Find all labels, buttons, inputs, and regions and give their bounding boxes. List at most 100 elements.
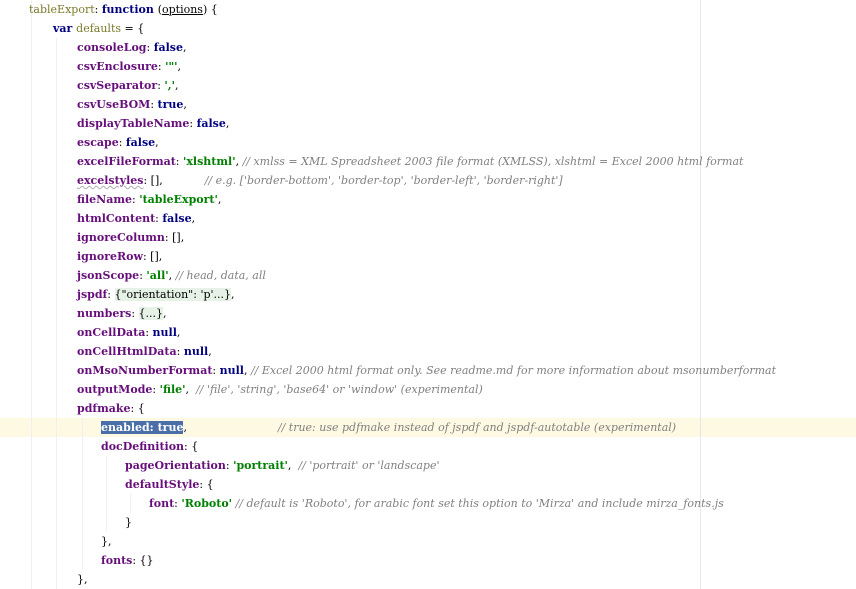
code-comment: // e.g. ['border-bottom', 'border-top', … xyxy=(204,174,563,187)
code-line[interactable]: tableExport: function (options) { xyxy=(29,0,218,19)
code-line[interactable]: pageOrientation: 'portrait', // 'portrai… xyxy=(125,456,440,475)
code-line[interactable]: excelstyles: [], // e.g. ['border-bottom… xyxy=(77,171,563,190)
code-token: csvUseBOM xyxy=(77,98,151,111)
indent-guide xyxy=(56,38,57,589)
code-line[interactable]: fonts: {} xyxy=(101,551,154,570)
code-line[interactable]: csvSeparator: ',', xyxy=(77,76,178,95)
code-line[interactable]: jsonScope: 'all', // head, data, all xyxy=(77,266,266,285)
code-token: : [], xyxy=(143,174,205,187)
code-line[interactable]: consoleLog: false, xyxy=(77,38,186,57)
code-token: , xyxy=(182,41,187,54)
code-token: pageOrientation xyxy=(125,459,226,472)
code-line[interactable]: defaultStyle: { xyxy=(125,475,214,494)
code-line[interactable]: var defaults = { xyxy=(53,19,144,38)
code-line[interactable]: docDefinition: { xyxy=(101,437,198,456)
code-line[interactable]: onMsoNumberFormat: null, // Excel 2000 h… xyxy=(77,361,776,380)
code-token: 'tableExport' xyxy=(139,193,218,206)
code-token: , xyxy=(177,60,182,73)
code-token: 'all' xyxy=(146,269,169,282)
code-token: : [], xyxy=(142,250,163,263)
code-token: : xyxy=(225,459,234,472)
code-token: , xyxy=(155,136,159,149)
code-token: pdfmake xyxy=(77,402,131,415)
code-token: : xyxy=(94,3,102,16)
code-token: csvEnclosure xyxy=(77,60,158,73)
folded-region[interactable]: {"orientation": 'p'...} xyxy=(114,288,232,301)
code-line[interactable]: csvEnclosure: '"', xyxy=(77,57,181,76)
indent-guide xyxy=(31,0,32,589)
editor-area[interactable]: tableExport: function (options) {var def… xyxy=(0,0,856,589)
code-token: , xyxy=(163,307,167,320)
code-token: false xyxy=(162,212,192,225)
code-line[interactable]: onCellData: null, xyxy=(77,323,180,342)
code-line[interactable]: } xyxy=(125,513,132,532)
code-line[interactable]: csvUseBOM: true, xyxy=(77,95,187,114)
code-token: onCellHtmlData xyxy=(77,345,177,358)
code-token: 'portrait' xyxy=(233,459,288,472)
code-token: , xyxy=(287,459,299,472)
code-line[interactable]: }, xyxy=(77,570,88,589)
code-token: ',' xyxy=(164,79,175,92)
code-token: , xyxy=(243,364,251,377)
code-token: : xyxy=(212,364,220,377)
code-comment: // true: use pdfmake instead of jspdf an… xyxy=(277,421,677,434)
code-token: : { xyxy=(199,478,214,491)
code-token: , xyxy=(185,383,197,396)
code-token: consoleLog xyxy=(77,41,147,54)
code-comment: // 'portrait' or 'landscape' xyxy=(298,459,440,472)
code-token: = { xyxy=(121,22,145,35)
code-comment: // head, data, all xyxy=(175,269,266,282)
code-line[interactable]: onCellHtmlData: null, xyxy=(77,342,212,361)
code-token: onCellData xyxy=(77,326,146,339)
indent-guide xyxy=(106,456,107,532)
code-line[interactable]: ignoreColumn: [], xyxy=(77,228,184,247)
code-token: } xyxy=(125,516,132,529)
code-token: numbers xyxy=(77,307,132,320)
code-token: jspdf xyxy=(77,288,108,301)
code-line[interactable]: htmlContent: false, xyxy=(77,209,195,228)
code-token: false xyxy=(125,136,156,149)
code-comment: // Excel 2000 html format only. See read… xyxy=(250,364,777,377)
code-token: : xyxy=(152,383,160,396)
code-token: font xyxy=(149,497,175,510)
code-token: : [], xyxy=(164,231,185,244)
code-token: ) { xyxy=(202,3,218,16)
code-token: true xyxy=(157,98,184,111)
code-line[interactable]: font: 'Roboto' // default is 'Roboto', f… xyxy=(149,494,724,513)
code-token: }, xyxy=(77,573,88,586)
code-token: var xyxy=(53,22,77,35)
code-line[interactable]: jspdf: {"orientation": 'p'...}, xyxy=(77,285,235,304)
code-token: htmlContent xyxy=(77,212,156,225)
code-token: null xyxy=(183,345,209,358)
code-token: displayTableName xyxy=(77,117,190,130)
code-token: 'Roboto' xyxy=(181,497,233,510)
code-token: fonts xyxy=(101,554,133,567)
code-token: , xyxy=(225,117,230,130)
folded-region[interactable]: {...} xyxy=(138,307,164,320)
code-token: : { xyxy=(184,440,199,453)
code-token: , xyxy=(183,98,187,111)
code-token: excelstyles xyxy=(77,174,144,187)
code-token: fileName xyxy=(77,193,132,206)
code-token: enabled: true xyxy=(101,421,184,434)
code-token: tableExport xyxy=(29,3,95,16)
code-line[interactable]: enabled: true, // true: use pdfmake inst… xyxy=(101,418,676,437)
code-line[interactable]: ignoreRow: [], xyxy=(77,247,162,266)
code-line[interactable]: outputMode: 'file', // 'file', 'string',… xyxy=(77,380,483,399)
code-line[interactable]: escape: false, xyxy=(77,133,159,152)
code-token: : xyxy=(145,326,153,339)
code-line[interactable]: }, xyxy=(101,532,112,551)
code-comment: // 'file', 'string', 'base64' or 'window… xyxy=(196,383,483,396)
code-line[interactable]: displayTableName: false, xyxy=(77,114,229,133)
code-token: , xyxy=(174,79,179,92)
code-token: null xyxy=(152,326,177,339)
code-line[interactable]: pdfmake: { xyxy=(77,399,145,418)
code-comment: // default is 'Roboto', for arabic font … xyxy=(235,497,724,510)
code-token: function xyxy=(101,3,158,16)
code-token: : xyxy=(118,136,126,149)
code-line[interactable]: fileName: 'tableExport', xyxy=(77,190,221,209)
code-line[interactable]: numbers: {...}, xyxy=(77,304,167,323)
code-token: , xyxy=(168,269,176,282)
code-line[interactable]: excelFileFormat: 'xlshtml', // xmlss = X… xyxy=(77,152,743,171)
code-token: , xyxy=(235,155,243,168)
